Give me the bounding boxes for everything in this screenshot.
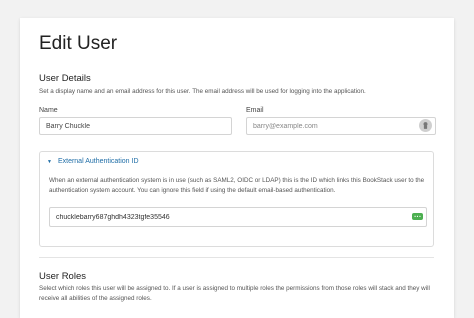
name-label: Name [39,107,58,114]
external-auth-title: External Authentication ID [57,158,139,165]
external-auth-description: When an external authentication system i… [49,177,425,194]
email-input[interactable] [246,117,436,135]
section-divider [39,257,434,258]
password-manager-icon[interactable] [419,119,432,132]
user-roles-title: User Roles [39,271,86,282]
user-details-title: User Details [39,73,91,84]
page-title: Edit User [39,33,118,54]
external-auth-toggle[interactable]: ▼ External Authentication ID [47,158,139,165]
user-details-description: Set a display name and an email address … [39,88,366,95]
email-label: Email [246,107,264,114]
autofill-badge-icon[interactable]: ••• [412,213,423,220]
caret-down-icon: ▼ [47,158,52,165]
name-input[interactable] [39,117,232,135]
external-auth-id-input[interactable] [49,207,427,227]
user-roles-description: Select which roles this user will be ass… [39,285,430,302]
edit-user-card: Edit User User Details Set a display nam… [20,18,454,318]
external-auth-panel: ▼ External Authentication ID When an ext… [39,151,434,247]
